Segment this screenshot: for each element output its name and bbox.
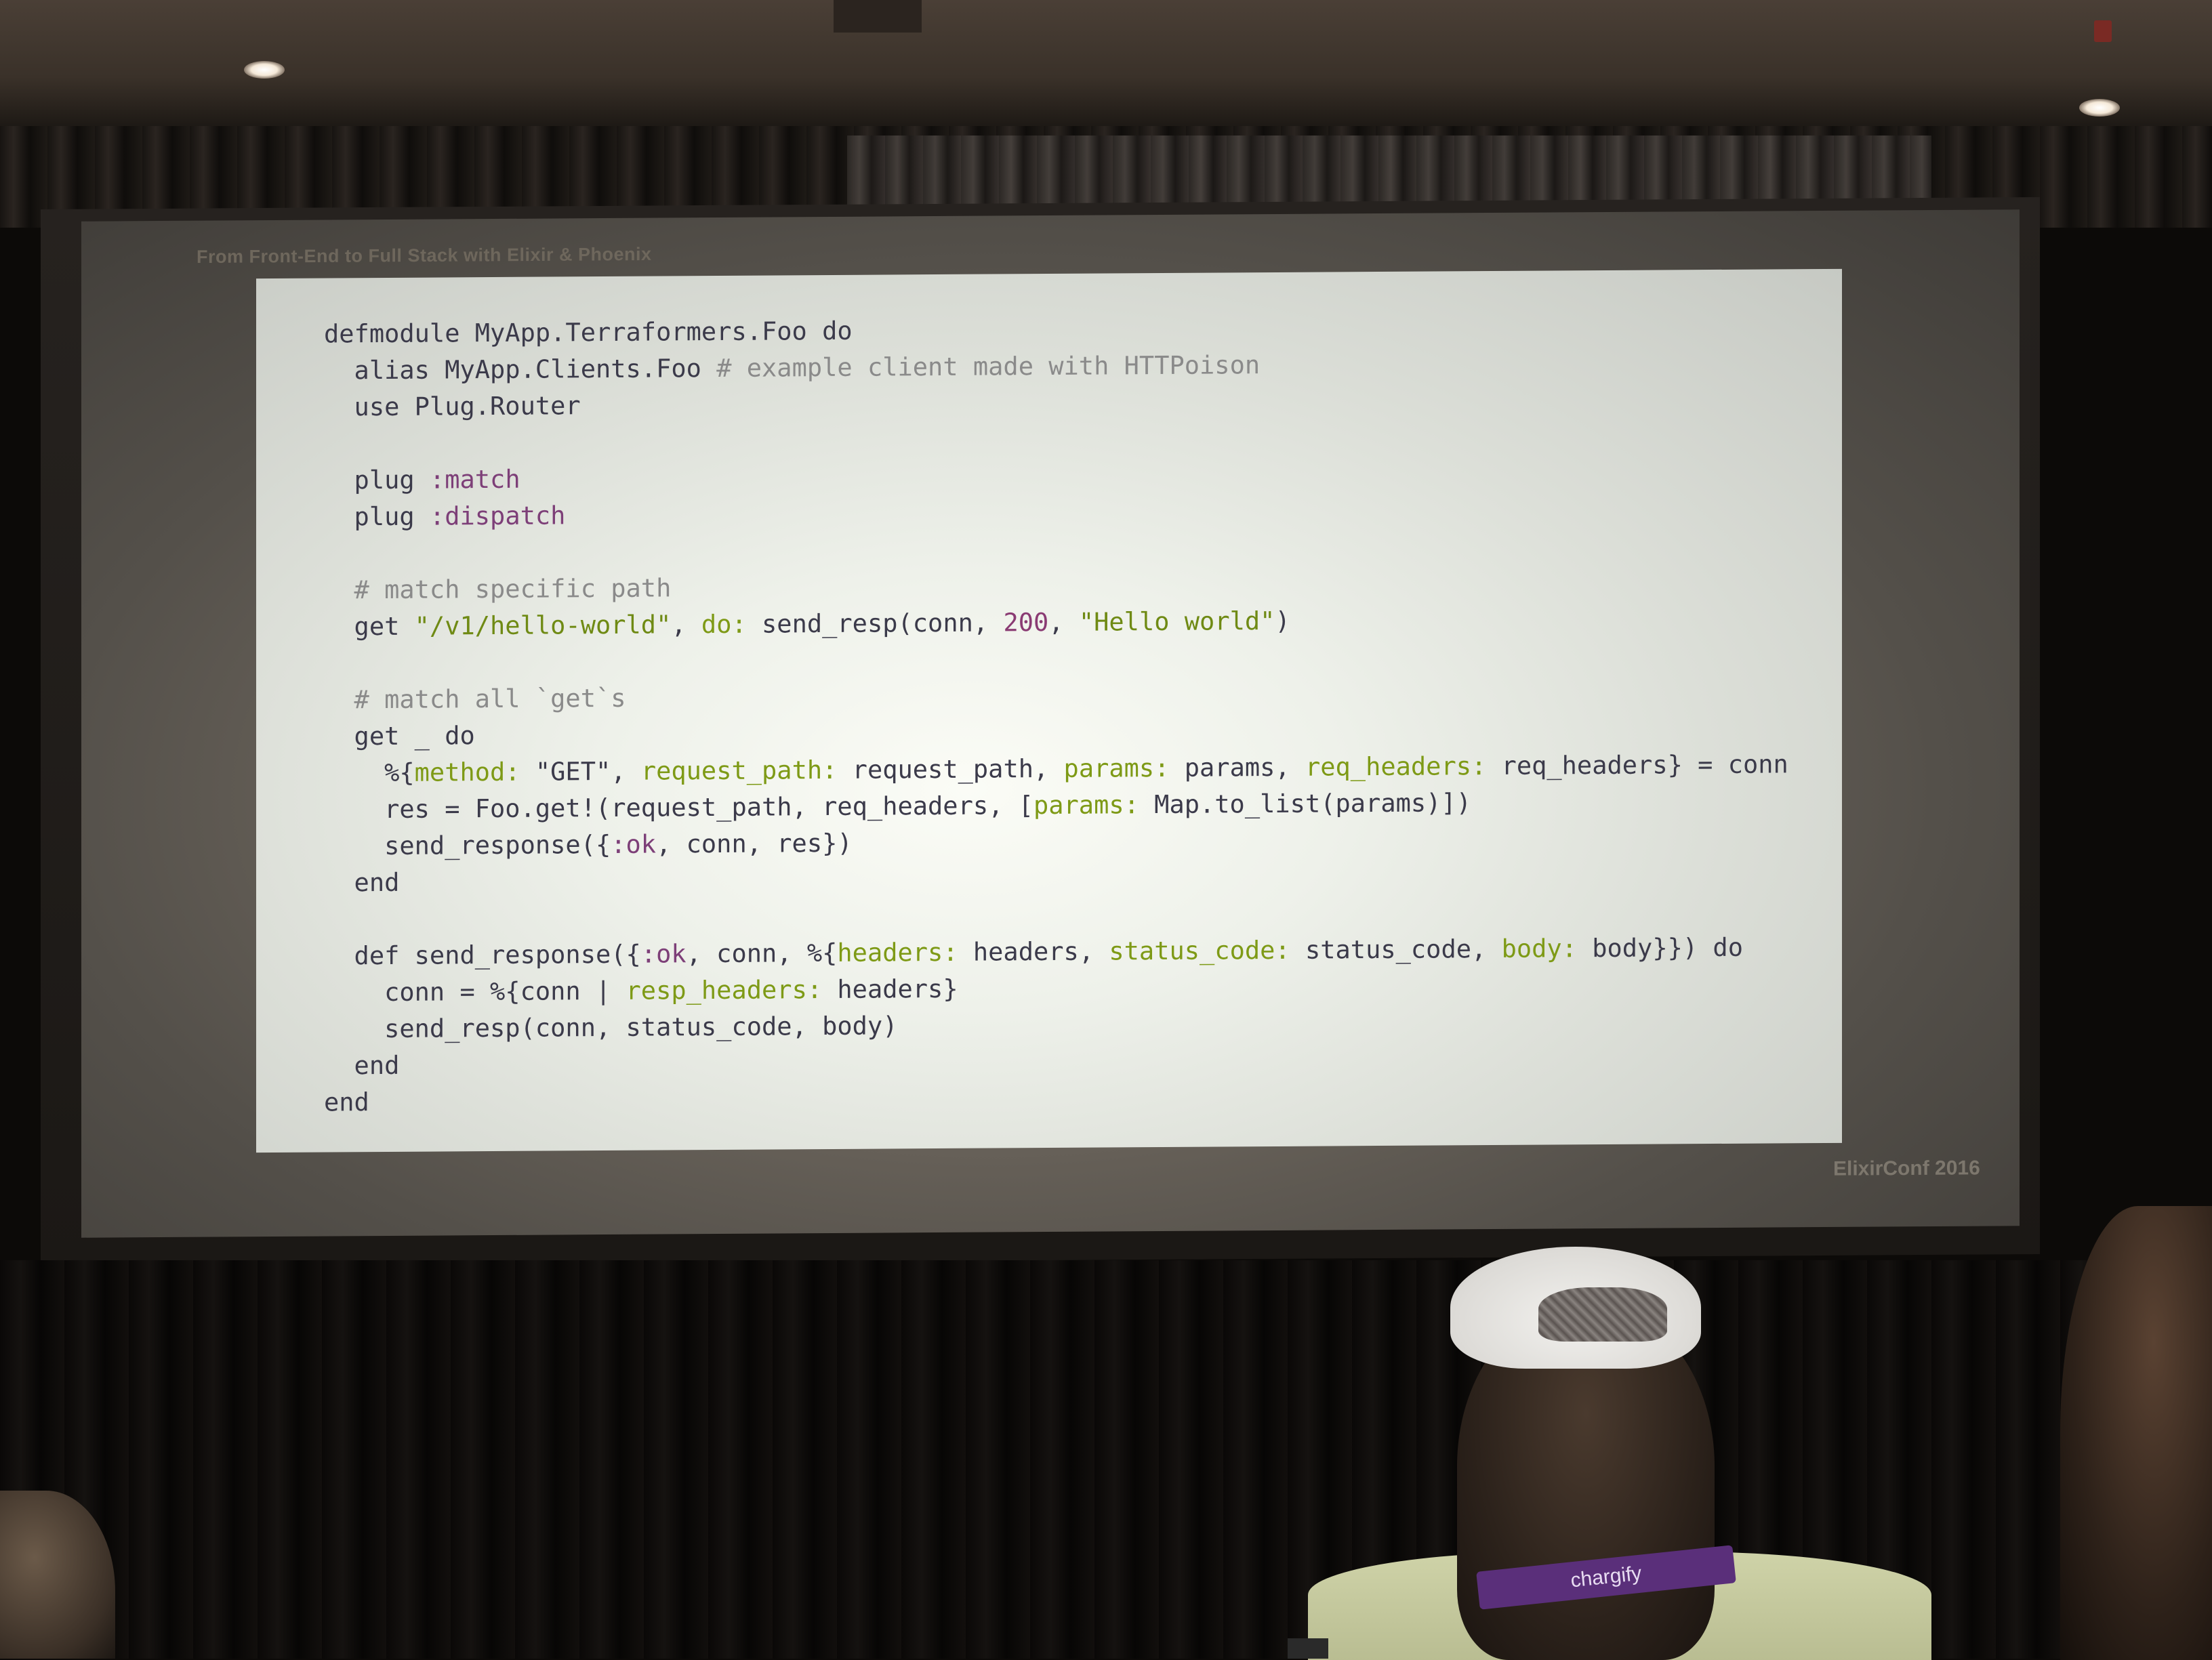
code-token: plug	[324, 465, 430, 495]
code-token: params,	[1169, 752, 1305, 783]
code-token: # match all `get`s	[324, 683, 626, 715]
slide-conference-tag: ElixirConf 2016	[1833, 1157, 1980, 1180]
code-token: conn = %{conn |	[324, 976, 626, 1008]
code-token: end	[324, 1087, 369, 1117]
code-token: headers,	[958, 936, 1109, 967]
code-token: alias MyApp.Clients.Foo	[324, 353, 717, 386]
code-token: :ok	[611, 829, 657, 859]
code-token: :match	[429, 464, 520, 495]
code-token: params:	[1063, 753, 1170, 783]
laptop-corner	[1288, 1638, 1328, 1659]
cap-mesh-back	[1538, 1287, 1667, 1342]
code-token: status_code:	[1109, 935, 1290, 966]
code-token: , conn, %{	[686, 938, 838, 969]
code-token: %{	[324, 758, 415, 788]
code-token: 200	[1003, 608, 1049, 638]
code-token: use Plug.Router	[324, 391, 581, 422]
code-token: plug	[324, 501, 430, 532]
code-token: req_headers} = conn	[1486, 749, 1788, 781]
code-token: resp_headers:	[626, 975, 823, 1005]
code-token: :dispatch	[429, 501, 566, 531]
code-token: status_code,	[1290, 934, 1502, 965]
code-token: do:	[701, 609, 747, 640]
code-token: req_headers:	[1305, 751, 1487, 782]
code-token: "/v1/hello-world"	[414, 610, 672, 641]
code-token: send_response({	[324, 829, 611, 861]
audience-member-right	[2060, 1206, 2212, 1660]
code-token: ,	[671, 610, 701, 640]
code-token: , conn, res})	[656, 828, 853, 859]
code-token: method:	[414, 757, 520, 787]
code-token: params:	[1033, 790, 1139, 821]
code-token: send_resp(conn,	[746, 608, 1004, 639]
code-token: request_path,	[837, 753, 1064, 785]
code-token: end	[324, 1050, 400, 1081]
code-token: # match specific path	[324, 573, 672, 605]
code-block: defmodule MyApp.Terraformers.Foo do alia…	[324, 307, 1788, 1121]
code-token: body:	[1501, 934, 1577, 963]
code-token: body}}) do	[1576, 932, 1743, 963]
code-token: def send_response({	[324, 939, 641, 971]
code-slide: defmodule MyApp.Terraformers.Foo do alia…	[256, 268, 1842, 1153]
slide-talk-title: From Front-End to Full Stack with Elixir…	[197, 243, 652, 268]
code-token: res = Foo.get!(request_path, req_headers…	[324, 791, 1033, 825]
code-token: headers:	[837, 937, 958, 968]
ceiling-light	[244, 61, 285, 79]
code-token: get _ do	[324, 721, 475, 751]
ceiling-light	[2079, 99, 2120, 117]
code-token: "GET",	[520, 756, 641, 787]
ceiling	[0, 0, 2212, 129]
code-token: :ok	[640, 939, 687, 969]
code-token: get	[324, 611, 415, 642]
fire-alarm	[2094, 20, 2112, 42]
code-token: )	[1275, 606, 1290, 636]
code-token: "Hello world"	[1078, 606, 1275, 637]
code-token: # example client made with HTTPoison	[716, 350, 1261, 383]
code-token: headers}	[822, 974, 958, 1005]
code-token: send_resp(conn, status_code, body)	[324, 1011, 898, 1044]
code-token: ,	[1048, 607, 1079, 638]
code-token: end	[324, 867, 400, 898]
code-token: request_path:	[640, 755, 838, 786]
code-token: defmodule MyApp.Terraformers.Foo do	[324, 316, 853, 349]
code-token: Map.to_list(params)])	[1139, 788, 1471, 820]
ceiling-panel	[834, 0, 922, 33]
